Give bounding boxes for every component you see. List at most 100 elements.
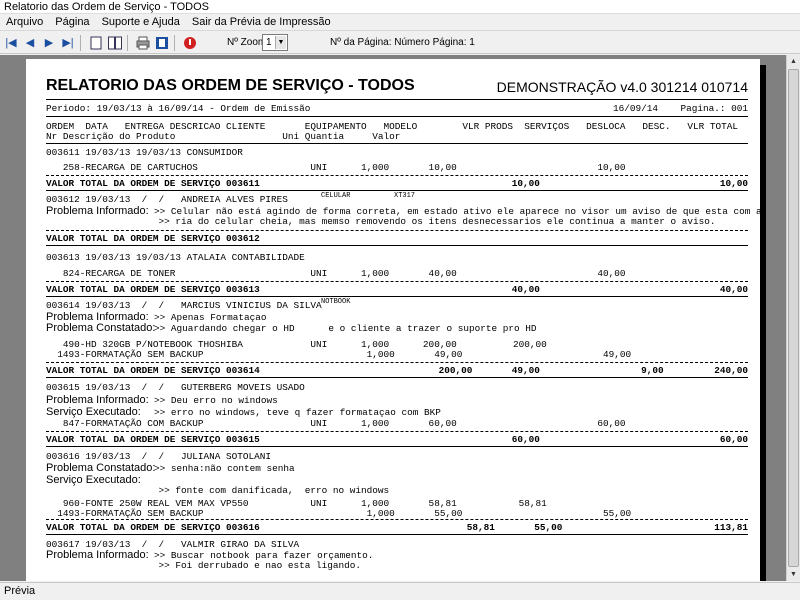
model-label: XT317: [394, 192, 416, 200]
report-line: 003616 19/03/13 / / JULIANA SOTOLANI: [46, 451, 748, 462]
zoom-label: Nº Zoom: [227, 37, 267, 48]
order-total-values: 60,00 60,00: [511, 434, 748, 445]
order-total-row: VALOR TOTAL DA ORDEM DE SERVIÇO 003612: [46, 233, 748, 244]
menu-arquivo[interactable]: Arquivo: [0, 14, 49, 31]
report-date-page: 16/09/14 Pagina.: 001: [568, 103, 748, 114]
divider: [46, 245, 748, 246]
order-total-values: 200,00 49,00 9,00 240,00: [438, 365, 748, 376]
menu-suporte-ajuda[interactable]: Suporte e Ajuda: [96, 14, 186, 31]
first-page-icon[interactable]: |◀: [3, 35, 19, 51]
problem-row: Problema Constatado:>> Aguardando chegar…: [46, 322, 748, 335]
single-page-icon[interactable]: [88, 35, 104, 51]
line-text: 258-RECARGA DE CARTUCHOS UNI 1,000 10,00…: [46, 162, 760, 173]
window-title: Relatorio das Ordem de Serviço - TODOS: [0, 0, 800, 14]
menu-bar: Arquivo Página Suporte e Ajuda Sair da P…: [0, 14, 800, 31]
line-text: VALOR TOTAL DA ORDEM DE SERVIÇO 003612: [46, 233, 260, 244]
divider: [46, 534, 748, 535]
vertical-scrollbar[interactable]: ▲ ▼: [786, 55, 800, 581]
problem-label: Serviço Executado:: [46, 406, 141, 418]
print-date: 16/09/14: [612, 103, 658, 114]
problem-label: Problema Constatado:: [46, 322, 156, 334]
report-line: 1493-FORMATAÇÃO SEM BACKUP 1,000 49,00 4…: [46, 349, 748, 360]
page-number-label: Nº da Página: Número Página: 1: [330, 37, 475, 48]
scroll-up-icon[interactable]: ▲: [787, 55, 800, 68]
line-text: 003616 19/03/13 / / JULIANA SOTOLANI: [46, 451, 272, 462]
next-page-icon[interactable]: ▶: [41, 35, 57, 51]
status-bar: Prévia: [0, 582, 800, 600]
toolbar: |◀ ◀ ▶ ▶| Nº Zoom 1 ▼ Nº da Página: Núme…: [0, 32, 800, 54]
toolbar-separator: [127, 34, 128, 51]
last-page-icon[interactable]: ▶|: [60, 35, 76, 51]
order-total-values: 40,00 40,00: [511, 284, 748, 295]
two-pages-icon[interactable]: [107, 35, 123, 51]
equipment-label: NOTBOOK: [321, 298, 351, 306]
dashed-divider: [46, 175, 748, 176]
line-text: 003613 19/03/13 19/03/13 ATALAIA CONTABI…: [46, 252, 305, 263]
problem-text: >> senha:não contem senha: [154, 463, 295, 474]
line-text: 1493-FORMATAÇÃO SEM BACKUP 1,000 49,00 4…: [46, 349, 760, 360]
dashed-divider: [46, 519, 748, 520]
line-text: 847-FORMATAÇÃO COM BACKUP UNI 1,000 60,0…: [46, 418, 760, 429]
divider: [46, 116, 748, 117]
column-header-2: Nr Descrição do Produto Uni Quantia Valo…: [46, 131, 401, 142]
menu-sair-previa[interactable]: Sair da Prévia de Impressão: [186, 14, 337, 31]
printer-icon[interactable]: [135, 35, 151, 51]
scroll-down-icon[interactable]: ▼: [787, 568, 800, 581]
line-text: 003615 19/03/13 / / GUTERBERG MOVEIS USA…: [46, 382, 305, 393]
zoom-select[interactable]: 1 ▼: [262, 34, 288, 51]
line-text: 003614 19/03/13 / / MARCIUS VINICIUS DA …: [46, 300, 322, 311]
line-text: 003612 19/03/13 / / ANDREIA ALVES PIRES: [46, 194, 288, 205]
toolbar-separator: [174, 34, 175, 51]
dashed-divider: [46, 281, 748, 282]
divider: [46, 377, 748, 378]
problem-row: Problema Constatado:>> senha:não contem …: [46, 462, 748, 475]
report-line: 824-RECARGA DE TONER UNI 1,000 40,00 40,…: [46, 268, 748, 279]
problem-text: >> Aguardando chegar o HD e o cliente a …: [154, 323, 537, 334]
report-version: DEMONSTRAÇÃO v4.0 301214 010714: [496, 79, 748, 95]
report-line: 847-FORMATAÇÃO COM BACKUP UNI 1,000 60,0…: [46, 418, 748, 429]
problem-label: Problema Constatado:: [46, 462, 156, 474]
line-text: 1493-FORMATAÇÃO SEM BACKUP 1,000 55,00 5…: [46, 508, 760, 519]
report-line: >> fonte com danificada, erro no windows: [46, 485, 748, 496]
problem-row: Problema Informado: >> Deu erro no window…: [46, 394, 748, 407]
divider: [46, 99, 748, 100]
line-text: 003611 19/03/13 19/03/13 CONSUMIDOR: [46, 147, 243, 158]
order-total-values: 10,00 10,00: [511, 178, 748, 189]
problem-label: Problema Informado:: [46, 394, 149, 406]
problem-row: Serviço Executado: >> erro no windows, te…: [46, 406, 748, 419]
previous-page-icon[interactable]: ◀: [22, 35, 38, 51]
problem-text: >> Deu erro no windows: [154, 395, 278, 406]
page-indicator: Pagina.: 001: [680, 103, 748, 114]
line-text: >> fonte com danificada, erro no windows: [46, 485, 390, 496]
order-total-values: 58,81 55,00 113,81: [466, 522, 748, 533]
line-text: 824-RECARGA DE TONER UNI 1,000 40,00 40,…: [46, 268, 760, 279]
report-line: >> ria do celular cheia, mas memso remov…: [46, 216, 748, 227]
menu-pagina[interactable]: Página: [49, 14, 95, 31]
report-line: 003611 19/03/13 19/03/13 CONSUMIDOR: [46, 147, 748, 158]
report-line: 003617 19/03/13 / / VALMIR GIRAO DA SILV…: [46, 539, 748, 550]
problem-text: >> Apenas Formataçao: [154, 312, 267, 323]
report-line: >> Foi derrubado e nao esta ligando.: [46, 560, 748, 571]
dashed-divider: [46, 230, 748, 231]
line-text: >> Foi derrubado e nao esta ligando.: [46, 560, 362, 571]
line-text: >> ria do celular cheia, mas memso remov…: [46, 216, 716, 227]
report-page: RELATORIO DAS ORDEM DE SERVIÇO - TODOS D…: [26, 59, 760, 581]
divider: [46, 143, 748, 144]
report-line: 1493-FORMATAÇÃO SEM BACKUP 1,000 55,00 5…: [46, 508, 748, 519]
toolbar-separator: [80, 34, 81, 51]
report-title: RELATORIO DAS ORDEM DE SERVIÇO - TODOS: [46, 77, 415, 94]
print-setup-icon[interactable]: [154, 35, 170, 51]
divider: [46, 446, 748, 447]
report-line: 258-RECARGA DE CARTUCHOS UNI 1,000 10,00…: [46, 162, 748, 173]
dashed-divider: [46, 362, 748, 363]
dashed-divider: [46, 431, 748, 432]
chevron-down-icon[interactable]: ▼: [275, 36, 286, 49]
report-line: 003615 19/03/13 / / GUTERBERG MOVEIS USA…: [46, 382, 748, 393]
preview-viewport: RELATORIO DAS ORDEM DE SERVIÇO - TODOS D…: [0, 55, 786, 581]
close-preview-icon[interactable]: [182, 35, 198, 51]
scroll-thumb[interactable]: [788, 69, 799, 567]
problem-text: >> erro no windows, teve q fazer formata…: [154, 407, 441, 418]
application-window: Relatorio das Ordem de Serviço - TODOS A…: [0, 0, 800, 600]
report-line: 003613 19/03/13 19/03/13 ATALAIA CONTABI…: [46, 252, 748, 263]
zoom-value: 1: [266, 37, 272, 48]
